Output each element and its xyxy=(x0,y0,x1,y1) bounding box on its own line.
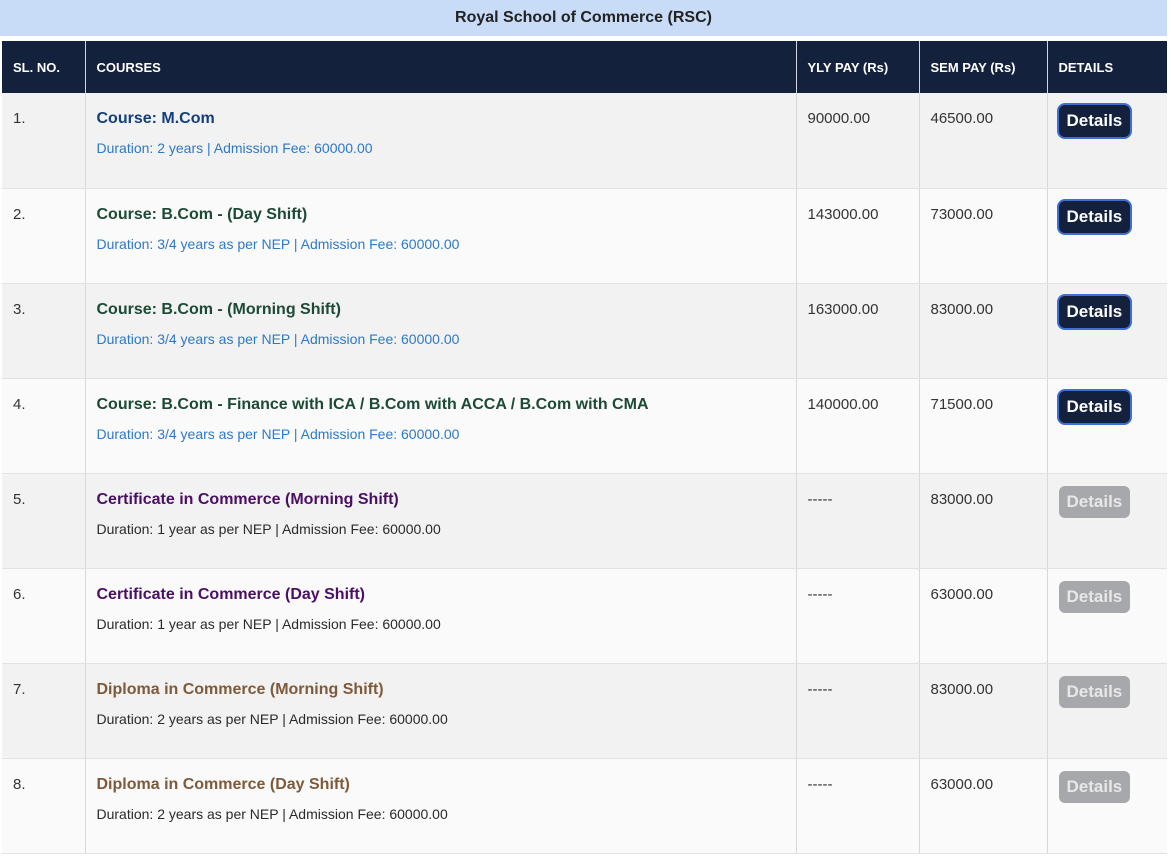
details-button[interactable]: Details xyxy=(1058,295,1131,328)
course-name: Course: B.Com - Finance with ICA / B.Com… xyxy=(96,395,649,413)
details-button[interactable]: Details xyxy=(1058,675,1131,708)
sem-pay-cell: 73000.00 xyxy=(919,188,1048,284)
yly-pay-cell: 163000.00 xyxy=(796,283,920,379)
sl-no-cell: 4. xyxy=(2,378,86,474)
table-row: 8. Diploma in Commerce (Day Shift) Durat… xyxy=(2,758,1167,854)
table-row: 4. Course: B.Com - Finance with ICA / B.… xyxy=(2,378,1167,474)
course-info: Duration: 2 years as per NEP | Admission… xyxy=(96,805,448,822)
column-header-yly-pay: YLY PAY (Rs) xyxy=(796,41,920,93)
course-info: Duration: 1 year as per NEP | Admission … xyxy=(96,520,441,537)
details-cell: Details xyxy=(1047,568,1167,664)
course-cell: Course: B.Com - Finance with ICA / B.Com… xyxy=(85,378,797,474)
column-header-sl-no: SL. NO. xyxy=(2,41,86,93)
sl-no-cell: 7. xyxy=(2,663,86,759)
table-row: 7. Diploma in Commerce (Morning Shift) D… xyxy=(2,663,1167,759)
table-row: 5. Certificate in Commerce (Morning Shif… xyxy=(2,473,1167,569)
yly-pay-cell: 143000.00 xyxy=(796,188,920,284)
sem-pay-cell: 71500.00 xyxy=(919,378,1048,474)
course-cell: Course: B.Com - (Day Shift) Duration: 3/… xyxy=(85,188,797,284)
sl-no-cell: 3. xyxy=(2,283,86,379)
course-fee-table: SL. NO. COURSES YLY PAY (Rs) SEM PAY (Rs… xyxy=(2,41,1167,854)
table-row: 6. Certificate in Commerce (Day Shift) D… xyxy=(2,568,1167,664)
details-button[interactable]: Details xyxy=(1058,200,1131,233)
table-row: 2. Course: B.Com - (Day Shift) Duration:… xyxy=(2,188,1167,284)
yly-pay-cell: ----- xyxy=(796,663,920,759)
table-row: 3. Course: B.Com - (Morning Shift) Durat… xyxy=(2,283,1167,379)
sem-pay-cell: 63000.00 xyxy=(919,568,1048,664)
details-cell: Details xyxy=(1047,663,1167,759)
course-info: Duration: 3/4 years as per NEP | Admissi… xyxy=(96,425,460,442)
course-name: Course: B.Com - (Morning Shift) xyxy=(96,300,341,318)
sem-pay-cell: 46500.00 xyxy=(919,93,1048,189)
course-name: Course: B.Com - (Day Shift) xyxy=(96,205,308,223)
details-button[interactable]: Details xyxy=(1058,105,1131,137)
yly-pay-cell: ----- xyxy=(796,758,920,854)
course-name: Course: M.Com xyxy=(96,110,215,127)
column-header-sem-pay: SEM PAY (Rs) xyxy=(919,41,1048,93)
details-cell: Details xyxy=(1047,283,1167,379)
table-header-row: SL. NO. COURSES YLY PAY (Rs) SEM PAY (Rs… xyxy=(2,41,1167,93)
sl-no-cell: 5. xyxy=(2,473,86,569)
sem-pay-cell: 83000.00 xyxy=(919,283,1048,379)
details-button[interactable]: Details xyxy=(1058,770,1131,803)
sem-pay-cell: 63000.00 xyxy=(919,758,1048,854)
course-info: Duration: 1 year as per NEP | Admission … xyxy=(96,615,441,632)
course-cell: Certificate in Commerce (Day Shift) Dura… xyxy=(85,568,797,664)
course-name: Diploma in Commerce (Day Shift) xyxy=(96,775,350,793)
course-cell: Course: B.Com - (Morning Shift) Duration… xyxy=(85,283,797,379)
details-button[interactable]: Details xyxy=(1058,580,1131,613)
details-cell: Details xyxy=(1047,758,1167,854)
course-name: Diploma in Commerce (Morning Shift) xyxy=(96,680,384,698)
sl-no-cell: 2. xyxy=(2,188,86,284)
yly-pay-cell: 140000.00 xyxy=(796,378,920,474)
sem-pay-cell: 83000.00 xyxy=(919,473,1048,569)
course-cell: Certificate in Commerce (Morning Shift) … xyxy=(85,473,797,569)
column-header-details: DETAILS xyxy=(1047,41,1167,93)
table-row: 1. Course: M.Com Duration: 2 years | Adm… xyxy=(2,93,1167,189)
course-info: Duration: 3/4 years as per NEP | Admissi… xyxy=(96,235,460,252)
column-header-courses: COURSES xyxy=(85,41,797,93)
course-name: Certificate in Commerce (Morning Shift) xyxy=(96,490,399,508)
sl-no-cell: 1. xyxy=(2,93,86,189)
details-cell: Details xyxy=(1047,188,1167,284)
details-cell: Details xyxy=(1047,473,1167,569)
course-cell: Diploma in Commerce (Morning Shift) Dura… xyxy=(85,663,797,759)
page-title: Royal School of Commerce (RSC) xyxy=(0,0,1167,36)
details-button[interactable]: Details xyxy=(1058,485,1131,518)
details-cell: Details xyxy=(1047,378,1167,474)
course-info: Duration: 3/4 years as per NEP | Admissi… xyxy=(96,330,460,347)
sl-no-cell: 6. xyxy=(2,568,86,664)
sl-no-cell: 8. xyxy=(2,758,86,854)
details-button[interactable]: Details xyxy=(1058,390,1131,423)
course-cell: Course: M.Com Duration: 2 years | Admiss… xyxy=(85,93,797,189)
course-info: Duration: 2 years | Admission Fee: 60000… xyxy=(96,140,373,156)
course-cell: Diploma in Commerce (Day Shift) Duration… xyxy=(85,758,797,854)
yly-pay-cell: ----- xyxy=(796,473,920,569)
sem-pay-cell: 83000.00 xyxy=(919,663,1048,759)
course-name: Certificate in Commerce (Day Shift) xyxy=(96,585,366,603)
yly-pay-cell: 90000.00 xyxy=(796,93,920,189)
yly-pay-cell: ----- xyxy=(796,568,920,664)
details-cell: Details xyxy=(1047,93,1167,189)
course-info: Duration: 2 years as per NEP | Admission… xyxy=(96,710,448,727)
